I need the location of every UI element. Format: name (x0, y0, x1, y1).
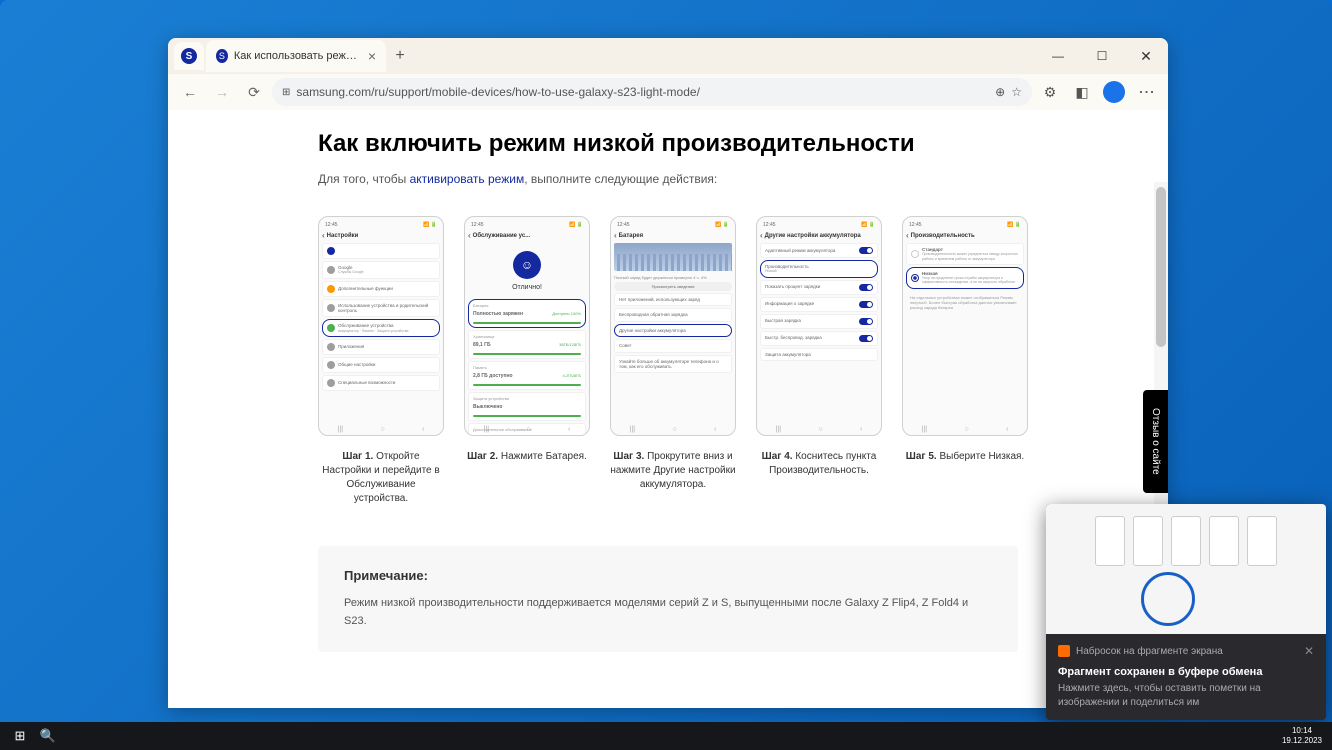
sidepanel-icon[interactable]: ◧ (1068, 78, 1096, 106)
notification-thumbnail (1046, 504, 1326, 634)
phone-screenshot: 12:45📶 🔋‹ ПроизводительностьСтандартПрои… (902, 216, 1028, 436)
address-bar[interactable]: ⊞ samsung.com/ru/support/mobile-devices/… (272, 78, 1032, 106)
samsung-icon: S (181, 48, 197, 64)
highlight-circle-icon (1141, 572, 1195, 626)
step-caption: Шаг 1. Откройте Настройки и перейдите в … (318, 450, 444, 506)
step: 12:45📶 🔋‹ Другие настройки аккумулятораА… (756, 216, 882, 506)
zoom-icon[interactable]: ⊕ (995, 85, 1005, 99)
steps-row: 12:45📶 🔋‹ НастройкиGoogleСлужбы GoogleДо… (318, 216, 1018, 506)
minimize-button[interactable]: — (1036, 38, 1080, 74)
step-caption: Шаг 5. Выберите Низкая. (902, 450, 1028, 464)
snip-notification[interactable]: Набросок на фрагменте экрана ✕ Фрагмент … (1046, 504, 1326, 720)
notification-title: Фрагмент сохранен в буфере обмена (1058, 666, 1314, 678)
clock[interactable]: 10:14 19.12.2023 (1282, 726, 1326, 745)
url-text: samsung.com/ru/support/mobile-devices/ho… (296, 85, 989, 99)
notification-text: Нажмите здесь, чтобы оставить пометки на… (1058, 682, 1314, 710)
step: 12:45📶 🔋‹ БатареяПолный заряд будет держ… (610, 216, 736, 506)
page-title: Как включить режим низкой производительн… (318, 130, 1018, 158)
new-tab-button[interactable]: + (386, 42, 414, 70)
snip-app-icon (1058, 645, 1070, 657)
note-title: Примечание: (344, 568, 992, 583)
reload-button[interactable]: ⟳ (240, 78, 268, 106)
tab-title: Как использовать режим низк (234, 50, 362, 62)
feedback-tab[interactable]: Отзыв о сайте (1143, 390, 1168, 493)
notification-app: Набросок на фрагменте экрана (1076, 646, 1223, 657)
phone-screenshot: 12:45📶 🔋‹ НастройкиGoogleСлужбы GoogleДо… (318, 216, 444, 436)
step-caption: Шаг 2. Нажмите Батарея. (464, 450, 590, 464)
back-button[interactable]: ← (176, 78, 204, 106)
browser-chrome: S S Как использовать режим низк × + — ☐ … (168, 38, 1168, 110)
page-subtitle: Для того, чтобы активировать режим, выпо… (318, 172, 1018, 186)
start-button[interactable]: ⊞ (6, 722, 34, 750)
maximize-button[interactable]: ☐ (1080, 38, 1124, 74)
search-button[interactable]: 🔍 (34, 722, 62, 750)
bookmark-icon[interactable]: ☆ (1011, 85, 1022, 99)
page-content: Отзыв о сайте Как включить режим низкой … (168, 110, 1168, 708)
active-tab[interactable]: S Как использовать режим низк × (206, 40, 386, 72)
notification-close-button[interactable]: ✕ (1304, 644, 1314, 658)
profile-button[interactable] (1100, 78, 1128, 106)
phone-screenshot: 12:45📶 🔋‹ БатареяПолный заряд будет держ… (610, 216, 736, 436)
taskbar: ⊞ 🔍 10:14 19.12.2023 (0, 722, 1332, 750)
phone-screenshot: 12:45📶 🔋‹ Обслуживание ус...☺Отлично!Бат… (464, 216, 590, 436)
browser-window: S S Как использовать режим низк × + — ☐ … (168, 38, 1168, 708)
step: 12:45📶 🔋‹ Обслуживание ус...☺Отлично!Бат… (464, 216, 590, 506)
pinned-tab[interactable]: S (174, 42, 204, 70)
phone-screenshot: 12:45📶 🔋‹ Другие настройки аккумулятораА… (756, 216, 882, 436)
activate-link[interactable]: активировать режим (410, 172, 525, 186)
favicon-icon: S (216, 49, 228, 63)
note-box: Примечание: Режим низкой производительно… (318, 546, 1018, 652)
forward-button[interactable]: → (208, 78, 236, 106)
step-caption: Шаг 4. Коснитесь пункта Производительнос… (756, 450, 882, 478)
site-settings-icon[interactable]: ⊞ (282, 87, 290, 98)
close-tab-icon[interactable]: × (368, 48, 376, 64)
step: 12:45📶 🔋‹ ПроизводительностьСтандартПрои… (902, 216, 1028, 506)
note-text: Режим низкой производительности поддержи… (344, 595, 992, 630)
step: 12:45📶 🔋‹ НастройкиGoogleСлужбы GoogleДо… (318, 216, 444, 506)
extensions-icon[interactable]: ⚙ (1036, 78, 1064, 106)
menu-button[interactable]: ⋮ (1132, 78, 1160, 106)
step-caption: Шаг 3. Прокрутите вниз и нажмите Другие … (610, 450, 736, 492)
close-window-button[interactable]: ✕ (1124, 38, 1168, 74)
